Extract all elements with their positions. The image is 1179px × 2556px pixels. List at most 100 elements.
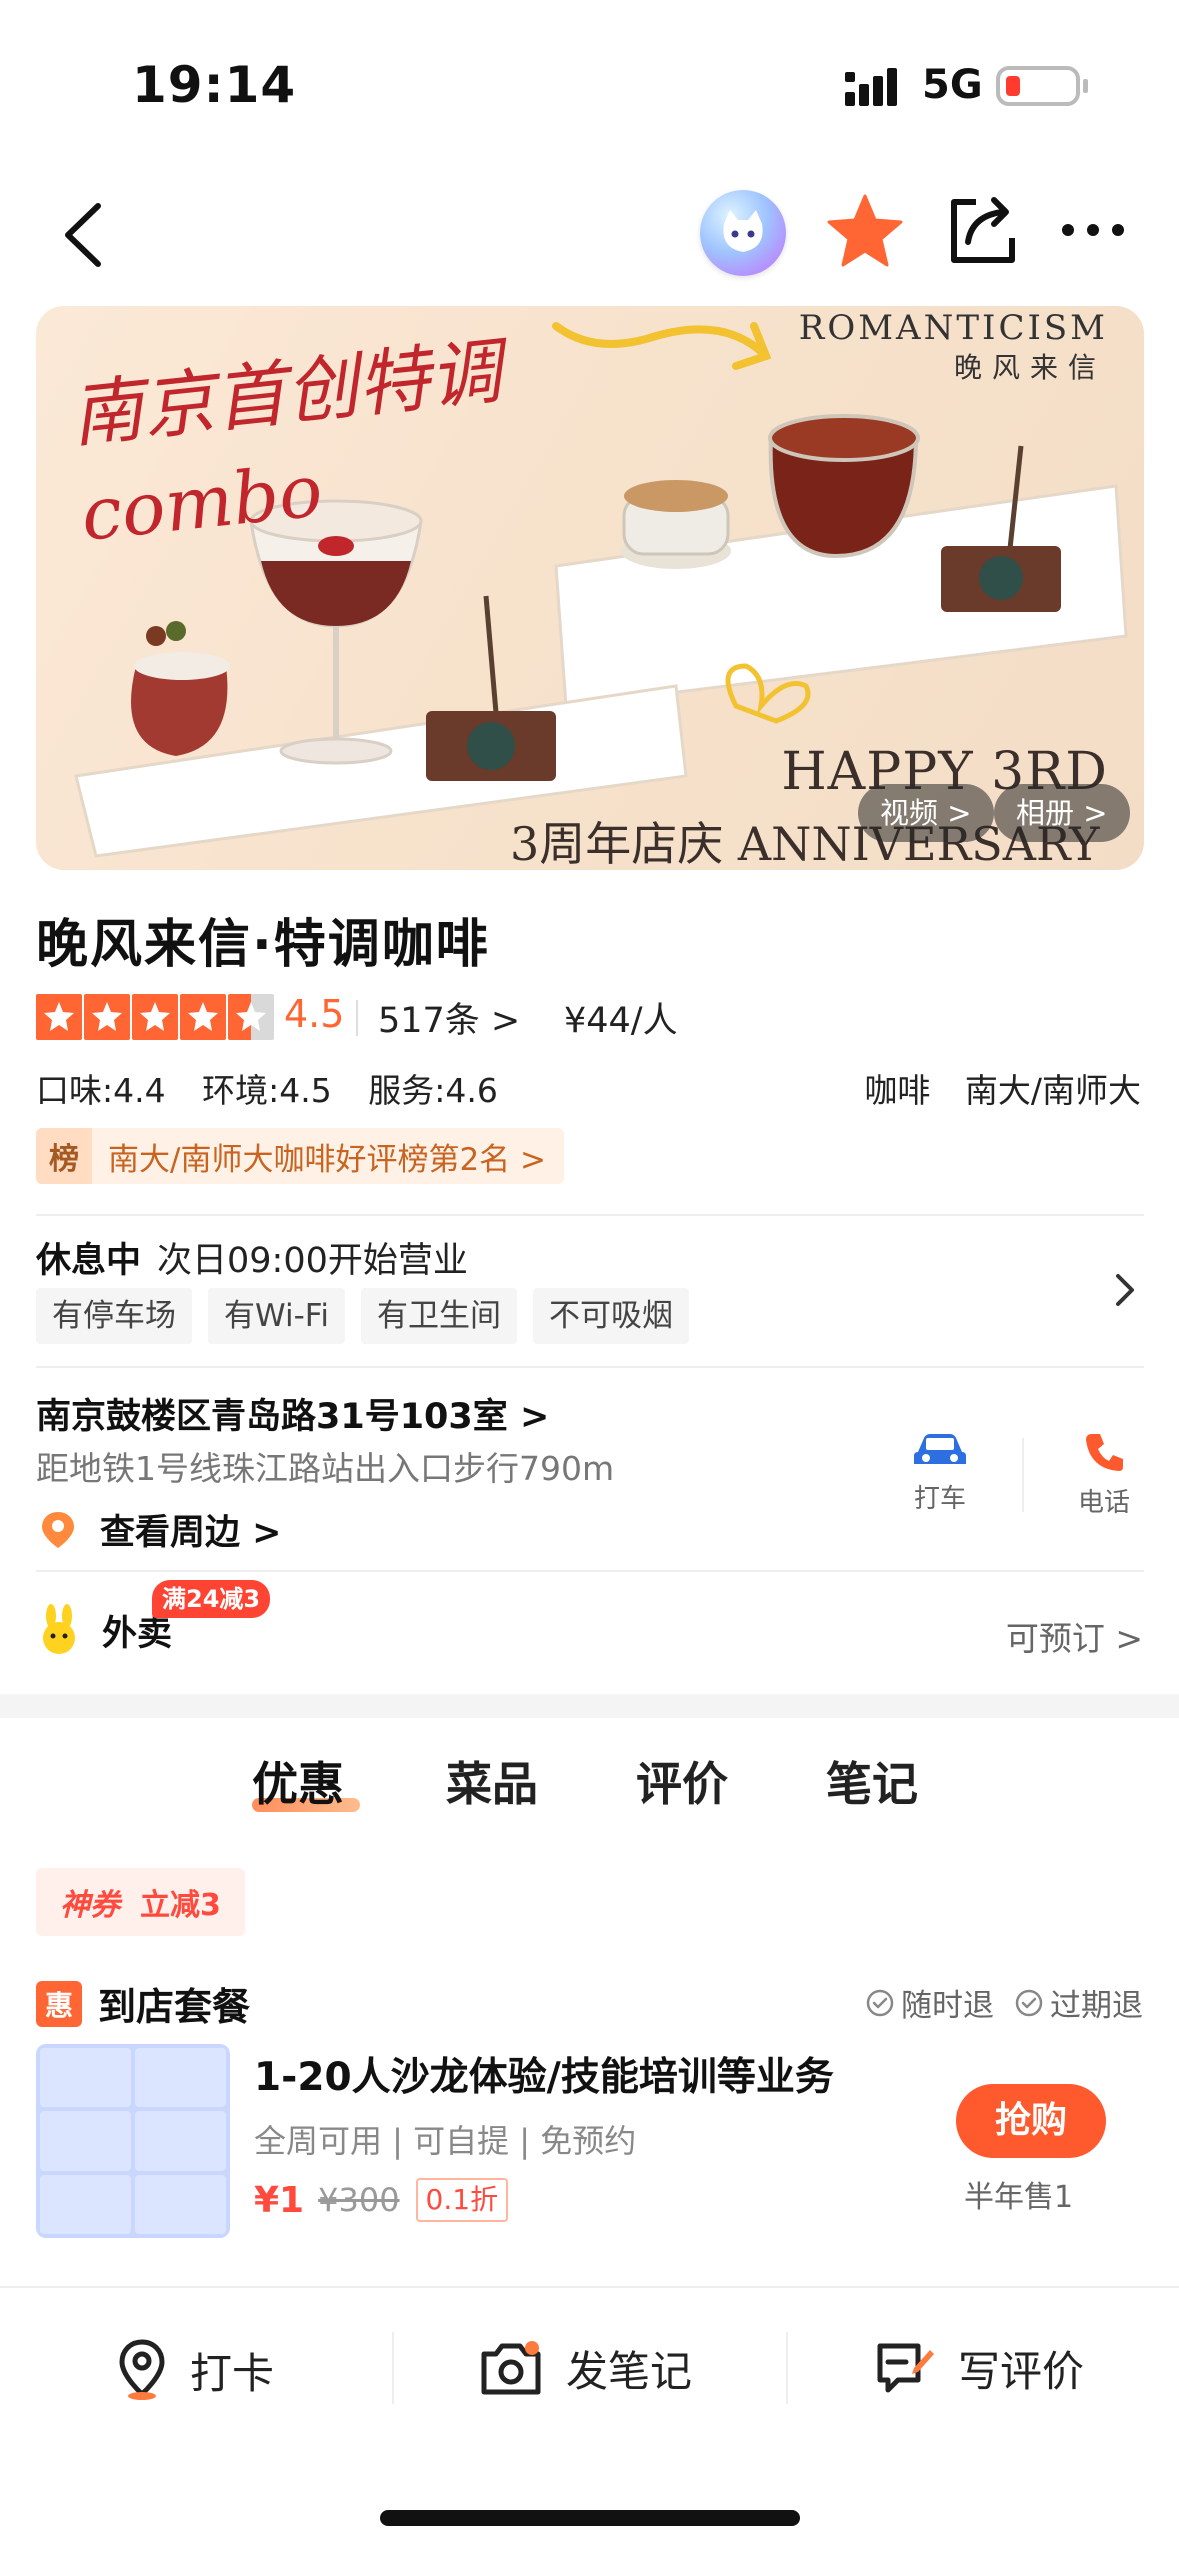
facility-tag: 不可吸烟 <box>532 1288 689 1344</box>
deal-thumbnail[interactable] <box>36 2044 230 2238</box>
category: 咖啡 <box>864 1071 931 1110</box>
taste-score: 口味:4.4 <box>36 1071 166 1110</box>
location-pin-icon <box>119 2339 165 2400</box>
buy-button[interactable]: 抢购 <box>956 2084 1106 2158</box>
deal-sold-count: 半年售1 <box>964 2180 1074 2215</box>
deal-title[interactable]: 1-20人沙龙体验/技能培训等业务 <box>254 2046 834 2102</box>
area: 南大/南师大 <box>964 1071 1141 1110</box>
price-per-person: ¥44/人 <box>564 1001 678 1041</box>
view-nearby-label: 查看周边 > <box>100 1513 282 1553</box>
thumbnail-cell <box>135 2111 226 2171</box>
shop-name: 晚风来信·特调咖啡 <box>36 915 490 975</box>
package-header: 惠 到店套餐 <box>36 1976 250 2031</box>
thumbnail-cell <box>40 2111 131 2171</box>
delivery-kangaroo-icon <box>43 1604 75 1654</box>
deal-price-row: ¥1 ¥300 0.1折 <box>254 2178 509 2222</box>
post-note-button[interactable]: 发笔记 <box>478 2338 692 2399</box>
coupon-chip[interactable]: 神券 立减3 <box>36 1868 245 1936</box>
delivery-promo-badge: 满24减3 <box>152 1580 271 1618</box>
category-area: 咖啡 南大/南师大 <box>840 1064 1141 1112</box>
deal-price-now: ¥1 <box>254 2179 305 2221</box>
ai-assistant-icon[interactable] <box>700 190 786 276</box>
rating-stars <box>36 994 276 1040</box>
home-indicator <box>380 2510 800 2526</box>
divider <box>786 2332 788 2404</box>
rating-row: 4.5 517条 > ¥44/人 <box>36 990 1144 1046</box>
coupon-brand: 神券 <box>60 1888 120 1923</box>
reserve-link[interactable]: 可预订 > <box>1006 1612 1143 1660</box>
network-type: 5G <box>922 62 983 108</box>
banner-brand-en: ROMANTICISM <box>798 308 1108 348</box>
camera-icon <box>481 2340 541 2394</box>
facility-tag: 有Wi-Fi <box>208 1288 345 1344</box>
post-note-label: 发笔记 <box>566 2347 693 2396</box>
divider <box>392 2332 394 2404</box>
signal-icon <box>845 68 897 106</box>
star-icon <box>132 994 178 1040</box>
view-nearby-link[interactable]: 查看周边 > <box>36 1504 282 1555</box>
rank-text: 南大/南师大咖啡好评榜第2名 > <box>108 1141 546 1178</box>
thumbnail-cell <box>40 2048 131 2108</box>
facility-tags: 有停车场 有Wi-Fi 有卫生间 不可吸烟 <box>36 1288 705 1344</box>
nav-bar <box>0 170 1179 300</box>
divider <box>356 1000 358 1036</box>
review-count-link[interactable]: 517条 > <box>378 992 520 1043</box>
battery-icon <box>996 66 1088 106</box>
half-star-icon <box>228 994 274 1040</box>
status-time: 19:14 <box>132 56 297 114</box>
service-score: 服务:4.6 <box>368 1071 498 1110</box>
share-icon[interactable] <box>948 192 1018 266</box>
tab-reviews[interactable]: 评价 <box>636 1748 728 1814</box>
divider <box>36 1570 1144 1572</box>
content-tabs: 优惠 菜品 评价 笔记 <box>0 1748 1179 1828</box>
facility-tag: 有停车场 <box>36 1288 192 1344</box>
phone-button[interactable]: 电话 <box>1044 1430 1164 1519</box>
guarantee-label: 过期退 <box>1050 1988 1143 2024</box>
write-review-button[interactable]: 写评价 <box>874 2338 1084 2399</box>
favorite-star-icon[interactable] <box>826 192 904 270</box>
check-circle-icon <box>866 1989 894 2016</box>
tab-menu[interactable]: 菜品 <box>446 1748 538 1814</box>
facility-tag: 有卫生间 <box>360 1288 517 1344</box>
video-button[interactable]: 视频 > <box>858 784 994 842</box>
thumbnail-cell <box>135 2048 226 2108</box>
shop-address[interactable]: 南京鼓楼区青岛路31号103室 > <box>36 1388 549 1439</box>
divider <box>1022 1438 1024 1512</box>
star-icon <box>84 994 130 1040</box>
album-button[interactable]: 相册 > <box>994 784 1130 842</box>
checkin-button[interactable]: 打卡 <box>116 2338 274 2402</box>
edit-review-icon <box>877 2343 934 2392</box>
back-icon[interactable] <box>56 198 116 272</box>
taxi-label: 打车 <box>913 1484 966 1514</box>
metro-distance: 距地铁1号线珠江路站出入口步行790m <box>36 1449 615 1488</box>
taxi-button[interactable]: 打车 <box>880 1430 1000 1515</box>
tab-deals[interactable]: 优惠 <box>252 1748 344 1814</box>
location-pin-icon <box>42 1511 74 1548</box>
phone-icon <box>1086 1434 1123 1471</box>
more-icon[interactable] <box>1060 220 1126 240</box>
divider <box>36 1214 1144 1216</box>
rating-score: 4.5 <box>284 992 345 1036</box>
phone-label: 电话 <box>1077 1488 1130 1518</box>
car-icon <box>914 1434 966 1464</box>
discount-badge-icon: 惠 <box>36 1980 82 2027</box>
chevron-right-icon[interactable] <box>1114 1272 1138 1308</box>
deal-discount-badge: 0.1折 <box>415 2178 509 2222</box>
rank-icon: 榜 <box>36 1128 92 1184</box>
banner-brand-cn: 晚风来信 <box>953 351 1106 384</box>
shop-banner[interactable]: 南京首创特调combo ROMANTICISM 晚风来信 HAPPY 3RD 3… <box>36 306 1144 870</box>
next-open-time: 次日09:00开始营业 <box>157 1241 468 1281</box>
refund-guarantees: 随时退 过期退 <box>845 1980 1143 2025</box>
deal-price-original: ¥300 <box>318 2181 400 2219</box>
business-hours[interactable]: 休息中 次日09:00开始营业 <box>36 1232 468 1283</box>
thumbnail-cell <box>40 2174 131 2234</box>
guarantee-item: 过期退 <box>1014 1980 1143 2025</box>
deal-subtitle: 全周可用 | 可自提 | 免预约 <box>254 2122 637 2160</box>
tab-notes[interactable]: 笔记 <box>826 1748 918 1814</box>
star-icon <box>180 994 226 1040</box>
check-circle-icon <box>1015 1989 1043 2016</box>
section-gap <box>0 1694 1179 1718</box>
divider <box>36 1366 1144 1368</box>
package-title: 到店套餐 <box>98 1985 251 2029</box>
ranking-badge[interactable]: 榜 南大/南师大咖啡好评榜第2名 > <box>36 1128 564 1184</box>
